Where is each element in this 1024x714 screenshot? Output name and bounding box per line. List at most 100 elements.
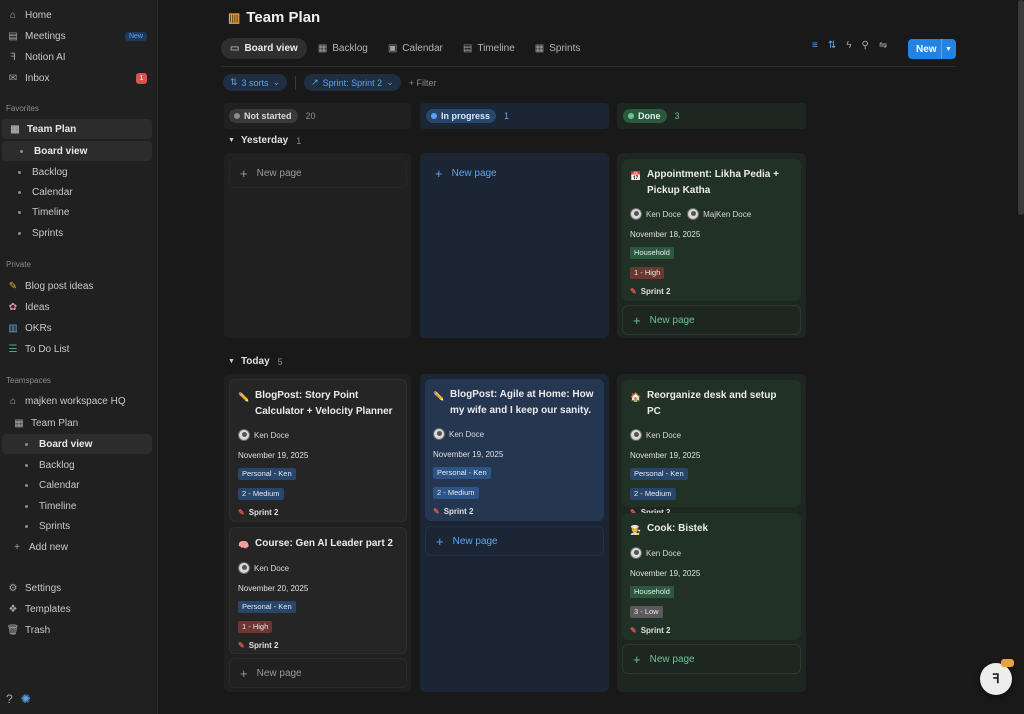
tag-row: 3 - Low [630, 598, 793, 618]
chevron-down-icon[interactable]: ▼ [941, 39, 952, 59]
sidebar-item-label: Sprints [32, 227, 64, 239]
sidebar-item-team-plan-ts[interactable]: ▦ Team Plan [0, 413, 158, 433]
sidebar-item-okrs[interactable]: ▥ OKRs [0, 318, 158, 338]
lightning-icon[interactable]: ϟ [846, 40, 851, 51]
task-card[interactable]: 👨‍🍳 Cook: Bistek Ken Doce November 19, 2… [622, 513, 801, 640]
sidebar-item-templates[interactable]: ❖ Templates [0, 599, 158, 619]
new-page-button[interactable]: + New page [425, 526, 604, 556]
task-card[interactable]: ✏️ BlogPost: Agile at Home: How my wife … [425, 379, 604, 521]
sidebar-item-board-view-ts[interactable]: Board view [2, 434, 152, 454]
sidebar-item-notion-ai[interactable]: ꟻ Notion AI [0, 47, 158, 67]
new-button[interactable]: New ▼ [908, 39, 956, 59]
sidebar-item-ideas[interactable]: ✿ Ideas [0, 297, 158, 317]
new-page-button[interactable]: + New page [229, 658, 407, 688]
sidebar-item-meetings[interactable]: ▤ Meetings New [0, 26, 158, 46]
group-header-today[interactable]: ▼ Today 5 [228, 356, 283, 367]
notion-ai-floating-button[interactable]: ꟻ [980, 659, 1014, 695]
sorts-chip[interactable]: ⇅ 3 sorts ⌄ [223, 74, 288, 91]
board-icon: ▥ [228, 9, 241, 25]
add-filter-button[interactable]: + Filter [409, 78, 437, 88]
sidebar-item-timeline-ts[interactable]: Timeline [0, 496, 158, 516]
group-label: Yesterday [240, 135, 289, 146]
sorts-label: 3 sorts [241, 77, 269, 88]
avatar [630, 208, 642, 220]
house-icon: 🏠 [630, 392, 642, 402]
scrollbar[interactable] [1018, 0, 1024, 215]
bullet-icon [18, 231, 21, 235]
sidebar-item-label: Calendar [32, 186, 73, 198]
sidebar-item-trash[interactable]: 🗑 Trash [0, 620, 158, 640]
column-header-not-started[interactable]: Not started 20 [224, 103, 411, 129]
sidebar-item-calendar-ts[interactable]: Calendar [0, 475, 158, 495]
person: Ken Doce [630, 208, 681, 220]
sort-icon[interactable]: ⇅ [828, 40, 836, 51]
person-name: Ken Doce [646, 548, 682, 558]
task-card[interactable]: ✏️ BlogPost: Story Point Calculator + Ve… [229, 379, 407, 522]
collapse-triangle-icon[interactable]: ▼ [228, 358, 235, 365]
pencil-icon: ✏️ [238, 392, 250, 402]
bullet-icon [18, 190, 21, 194]
table-icon: ▦ [14, 417, 24, 429]
bullet-icon [18, 170, 21, 174]
sidebar-item-inbox[interactable]: ✉ Inbox 1 [0, 68, 158, 88]
tab-calendar[interactable]: ▣ Calendar [379, 38, 452, 59]
app: ⌂ Home ▤ Meetings New ꟻ Notion AI ✉ Inbo… [0, 0, 1024, 714]
group-header-yesterday[interactable]: ▼ Yesterday 1 [228, 135, 301, 146]
person: Ken Doce [630, 547, 681, 559]
tab-sprints[interactable]: ▦ Sprints [526, 38, 590, 59]
sidebar-item-settings[interactable]: ⚙ Settings [0, 578, 158, 598]
card-title: ✏️ BlogPost: Story Point Calculator + Ve… [238, 388, 398, 420]
filter-icon[interactable]: ≡ [812, 40, 818, 51]
sidebar-item-label: Board view [39, 438, 93, 450]
gear-icon: ⚙ [8, 582, 18, 594]
home-icon: ⌂ [9, 395, 17, 407]
new-page-button[interactable]: + New page [229, 158, 407, 188]
sidebar-item-backlog[interactable]: Backlog [0, 162, 158, 182]
plus-icon: + [240, 165, 248, 181]
assignees: Ken Doce MajKen Doce [630, 208, 793, 220]
plus-icon: + [633, 651, 641, 667]
sidebar-item-to-do-list[interactable]: ☰ To Do List [0, 339, 158, 359]
help-icon[interactable]: ? [6, 692, 13, 706]
notion-logo-icon[interactable]: ✺ [21, 692, 31, 706]
task-card[interactable]: 🧠 Course: Gen AI Leader part 2 Ken Doce … [229, 527, 407, 654]
new-page-button[interactable]: + New page [622, 644, 801, 674]
person: Ken Doce [630, 429, 681, 441]
search-icon[interactable]: ⚲ [862, 40, 869, 51]
card-title-text: BlogPost: Agile at Home: How my wife and… [450, 389, 594, 416]
settings-sliders-icon[interactable]: ⇋ [879, 40, 887, 51]
task-card[interactable]: 📅 Appointment: Likha Pedia + Pickup Kath… [622, 159, 801, 301]
sprint-label: Sprint 2 [640, 287, 671, 296]
sidebar-item-label: Add new [29, 541, 68, 553]
sidebar-item-sprints[interactable]: Sprints [0, 223, 158, 243]
sidebar-item-add-new[interactable]: + Add new [0, 537, 158, 557]
sidebar-item-home[interactable]: ⌂ Home [0, 5, 158, 25]
sidebar-item-workspace-hq[interactable]: ⌂ majken workspace HQ [0, 391, 158, 411]
column-header-in-progress[interactable]: In progress 1 [420, 103, 609, 129]
new-page-button[interactable]: + New page [425, 158, 605, 188]
sprint-icon: ✎ [630, 287, 637, 296]
sidebar-item-sprints-ts[interactable]: Sprints [0, 516, 158, 536]
sidebar-item-backlog-ts[interactable]: Backlog [0, 455, 158, 475]
tab-timeline[interactable]: ▤ Timeline [454, 38, 524, 59]
sprint-filter-chip[interactable]: ↗ Sprint: Sprint 2 ⌄ [304, 74, 401, 91]
task-card[interactable]: 🏠 Reorganize desk and setup PC Ken Doce … [622, 380, 801, 517]
add-filter-label: Filter [416, 77, 437, 88]
sidebar-item-calendar[interactable]: Calendar [0, 182, 158, 202]
tab-backlog[interactable]: ▦ Backlog [309, 38, 377, 59]
tab-board-view[interactable]: ▭ Board view [221, 38, 307, 59]
sprint-relation: ✎Sprint 2 [630, 626, 793, 635]
collapse-triangle-icon[interactable]: ▼ [228, 137, 235, 144]
new-page-button[interactable]: + New page [622, 305, 801, 335]
board-icon: ▭ [230, 43, 240, 54]
sidebar-item-label: majken workspace HQ [25, 395, 126, 407]
sidebar-item-blog-post-ideas[interactable]: ✎ Blog post ideas [0, 276, 158, 296]
sidebar-item-label: Inbox [25, 72, 50, 84]
sidebar-item-board-view[interactable]: Board view [2, 141, 152, 161]
sidebar-item-team-plan[interactable]: ▦ Team Plan [2, 119, 152, 139]
avatar [433, 428, 445, 440]
sidebar-item-timeline[interactable]: Timeline [0, 202, 158, 222]
inbox-icon: ✉ [8, 72, 18, 84]
column-header-done[interactable]: Done 3 [617, 103, 806, 129]
status-dot [431, 113, 437, 119]
